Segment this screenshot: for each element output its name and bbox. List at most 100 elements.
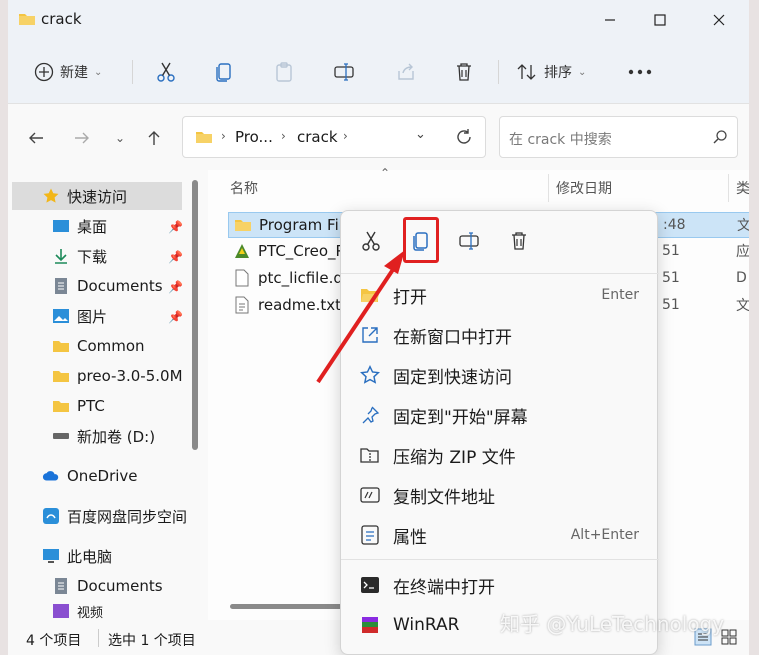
sidebar-item-documents[interactable]: Documents xyxy=(8,272,186,300)
menu-item-shortcut: Alt+Enter xyxy=(570,527,639,543)
sidebar-item-downloads[interactable]: 下载 xyxy=(8,242,186,270)
sort-button[interactable]: 排序 ⌄ xyxy=(516,56,586,88)
sidebar-item-label: PTC xyxy=(77,397,105,415)
file-date: :48 xyxy=(663,217,686,233)
recent-locations-button[interactable]: ⌄ xyxy=(108,128,132,148)
sidebar-item-pc-documents[interactable]: Documents xyxy=(8,572,186,600)
search-box[interactable]: 在 crack 中搜索 xyxy=(499,116,738,158)
share-button[interactable] xyxy=(390,56,422,88)
breadcrumb-chevron-icon: › xyxy=(221,129,226,143)
pin-icon[interactable]: 📌 xyxy=(168,220,183,234)
sidebar-item-label: Documents xyxy=(77,577,163,595)
sidebar-item-videos[interactable]: 视频 xyxy=(8,602,186,620)
refresh-icon[interactable] xyxy=(455,128,473,150)
video-icon xyxy=(52,602,70,620)
sort-label: 排序 xyxy=(544,65,572,81)
close-button[interactable] xyxy=(696,6,742,34)
breadcrumb-segment[interactable]: crack xyxy=(297,128,338,146)
minimize-icon xyxy=(605,19,615,21)
rename-icon xyxy=(459,232,479,250)
rename-button[interactable] xyxy=(328,56,360,88)
window-title: crack xyxy=(41,10,82,28)
pin-icon[interactable]: 📌 xyxy=(168,250,183,264)
menu-item-pin-quick-access[interactable]: 固定到快速访问 xyxy=(341,355,659,395)
scissors-icon xyxy=(157,62,175,82)
more-options-button[interactable] xyxy=(624,56,656,88)
column-header-name[interactable]: 名称 xyxy=(230,178,258,198)
copy-button[interactable] xyxy=(208,56,240,88)
sidebar-item-preo[interactable]: preo-3.0-5.0M xyxy=(8,362,186,390)
back-button[interactable] xyxy=(24,128,48,148)
menu-item-copy-path[interactable]: 复制文件地址 xyxy=(341,475,659,515)
menu-item-properties[interactable]: 属性 Alt+Enter xyxy=(341,515,659,555)
address-dropdown-icon[interactable]: ⌄ xyxy=(415,127,426,142)
menu-delete-button[interactable] xyxy=(503,225,535,257)
sidebar-item-label: preo-3.0-5.0M xyxy=(77,367,183,385)
delete-button[interactable] xyxy=(448,56,480,88)
column-header-modified[interactable]: 修改日期 xyxy=(556,178,612,198)
menu-item-open-new-window[interactable]: 在新窗口中打开 xyxy=(341,315,659,355)
new-label: 新建 xyxy=(60,65,88,81)
document-icon xyxy=(52,577,70,595)
new-button[interactable]: 新建 ⌄ xyxy=(34,56,102,88)
rename-icon xyxy=(334,63,354,81)
toolbar-divider xyxy=(132,60,133,84)
file-date: 51 xyxy=(662,297,680,313)
menu-item-compress-zip[interactable]: 压缩为 ZIP 文件 xyxy=(341,435,659,475)
menu-item-open-terminal[interactable]: 在终端中打开 xyxy=(341,565,659,605)
breadcrumb-segment[interactable]: Pro... xyxy=(235,128,273,146)
file-type: 应 xyxy=(736,244,749,260)
forward-button[interactable] xyxy=(70,128,94,148)
toolbar-divider xyxy=(498,60,499,84)
terminal-icon xyxy=(359,574,381,596)
folder-icon xyxy=(18,11,36,31)
sidebar-item-label: Common xyxy=(77,337,145,355)
cut-button[interactable] xyxy=(150,56,182,88)
address-bar[interactable]: › Pro... › crack › ⌄ xyxy=(182,116,486,158)
menu-rename-button[interactable] xyxy=(453,225,485,257)
sidebar-scrollbar[interactable] xyxy=(192,180,198,450)
sidebar-item-ptc[interactable]: PTC xyxy=(8,392,186,420)
file-type: 文 xyxy=(736,298,749,314)
chevron-down-icon: ⌄ xyxy=(94,66,103,78)
paste-button[interactable] xyxy=(268,56,300,88)
pin-icon[interactable]: 📌 xyxy=(168,280,183,294)
sidebar-item-baidu-sync[interactable]: 百度网盘同步空间 xyxy=(8,502,186,530)
horizontal-scrollbar[interactable] xyxy=(230,604,350,609)
folder-icon xyxy=(52,337,70,355)
sort-icon xyxy=(517,64,536,80)
chevron-down-icon: ⌄ xyxy=(578,66,587,78)
plus-circle-icon xyxy=(34,62,54,82)
up-button[interactable] xyxy=(142,128,166,148)
sidebar-item-label: 新加卷 (D:) xyxy=(77,427,156,446)
menu-item-open[interactable]: 打开 Enter xyxy=(341,275,659,315)
sidebar-item-quick-access[interactable]: 快速访问 xyxy=(12,182,182,210)
file-name: readme.txt xyxy=(258,296,342,314)
column-divider[interactable] xyxy=(548,174,549,202)
file-date: 51 xyxy=(662,270,680,286)
breadcrumb-chevron-icon: › xyxy=(343,129,348,143)
sidebar-item-drive-d[interactable]: 新加卷 (D:) xyxy=(8,422,186,450)
menu-cut-button[interactable] xyxy=(355,225,387,257)
column-header-type[interactable]: 类 xyxy=(736,178,749,198)
menu-item-label: 在终端中打开 xyxy=(393,577,495,598)
sidebar-item-this-pc[interactable]: 此电脑 xyxy=(8,542,186,570)
sidebar-item-onedrive[interactable]: OneDrive xyxy=(8,462,186,490)
minimize-button[interactable] xyxy=(587,6,633,34)
sidebar-item-desktop[interactable]: 桌面 xyxy=(8,212,186,240)
pin-icon[interactable]: 📌 xyxy=(168,310,183,324)
sidebar-item-pictures[interactable]: 图片 xyxy=(8,302,186,330)
column-divider[interactable] xyxy=(728,174,729,202)
context-menu-quick-actions xyxy=(341,211,659,271)
menu-item-label: 打开 xyxy=(393,287,427,308)
menu-item-pin-start[interactable]: 固定到"开始"屏幕 xyxy=(341,395,659,435)
sidebar-item-common[interactable]: Common xyxy=(8,332,186,360)
arrow-left-icon xyxy=(29,132,43,144)
computer-icon xyxy=(42,547,60,565)
maximize-button[interactable] xyxy=(637,6,683,34)
paste-icon xyxy=(276,62,292,82)
status-divider xyxy=(98,629,99,647)
zip-folder-icon xyxy=(359,444,381,466)
file-type: 文 xyxy=(737,218,749,234)
copy-path-icon xyxy=(359,484,381,506)
